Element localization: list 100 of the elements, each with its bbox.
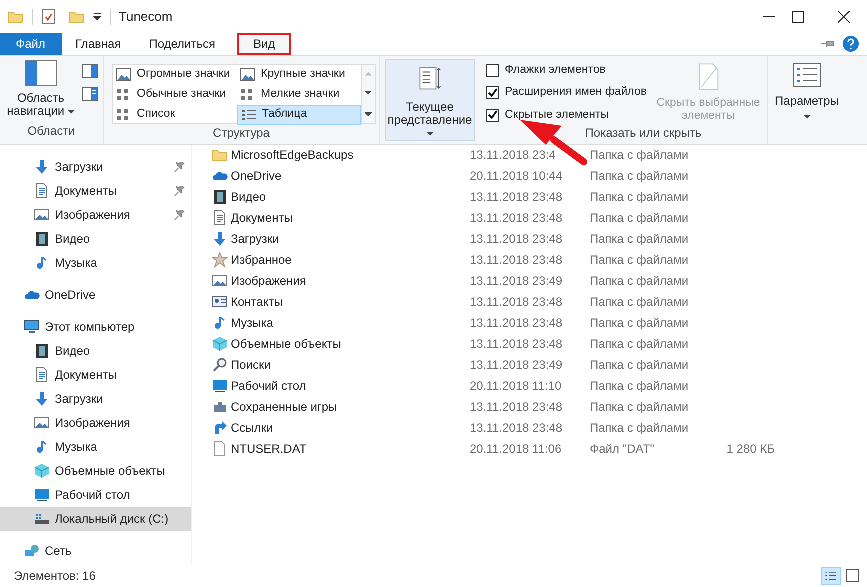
sidebar-item[interactable]: Загрузки <box>0 155 191 179</box>
monitor-icon <box>212 378 228 394</box>
document-icon <box>34 367 50 383</box>
layout-option[interactable]: Обычные значки <box>113 85 237 105</box>
size-cell-text: 1 280 КБ <box>726 440 775 458</box>
music-note-icon <box>212 314 228 330</box>
options-button[interactable]: Параметры <box>775 63 839 144</box>
picture-icon <box>34 415 50 431</box>
sidebar-item[interactable]: Видео <box>0 227 191 251</box>
file-name[interactable]: Сохраненные игры <box>231 398 338 416</box>
type-cell-text: Папка с файлами <box>590 356 690 374</box>
checkbox[interactable]: Скрытые элементы <box>486 106 650 124</box>
type-cell-text: Папка с файлами <box>590 252 690 268</box>
checkbox-square[interactable] <box>486 86 499 100</box>
link-arrow-icon <box>212 420 228 436</box>
sidebar-item[interactable]: Документы <box>0 179 191 203</box>
file-name[interactable]: Рабочий стол <box>231 376 306 394</box>
pin-icon[interactable] <box>174 210 185 220</box>
current-view-button[interactable]: Текущее представление <box>385 59 475 141</box>
caret-icon <box>68 110 75 114</box>
details-pane-icon[interactable] <box>82 87 98 101</box>
navigation-pane-button[interactable]: Область навигации <box>4 60 78 118</box>
file-name[interactable]: OneDrive <box>231 166 282 184</box>
file-tab[interactable]: Файл <box>0 33 62 55</box>
ribbon-tab[interactable]: Вид <box>237 33 292 55</box>
properties-icon[interactable] <box>41 8 57 24</box>
file-name[interactable]: Поиски <box>231 356 271 374</box>
sidebar-item[interactable]: Локальный диск (C:) <box>0 507 191 531</box>
file-name[interactable]: MicrosoftEdgeBackups <box>231 146 354 164</box>
page-icon <box>698 62 720 92</box>
picture-icon <box>212 272 228 288</box>
maximize-icon[interactable] <box>792 10 804 22</box>
layout-option[interactable]: Таблица <box>237 105 361 125</box>
preview-pane-icon[interactable] <box>82 64 98 78</box>
pin-icon[interactable] <box>821 39 835 49</box>
checkmark-icon <box>488 88 498 98</box>
scroll-down-icon[interactable] <box>365 90 372 95</box>
document-icon <box>34 183 50 199</box>
help-icon[interactable] <box>843 36 859 52</box>
picture-icon <box>240 68 256 82</box>
file-name[interactable]: Загрузки <box>231 230 280 248</box>
layout-option[interactable]: Мелкие значки <box>237 85 361 105</box>
film-icon <box>212 188 228 204</box>
sidebar-item[interactable]: Музыка <box>0 251 191 275</box>
expand-icon[interactable] <box>365 110 372 116</box>
sidebar-item[interactable]: Этот компьютер <box>0 315 191 339</box>
file-name[interactable]: Объемные объекты <box>231 334 342 352</box>
details-view-icon[interactable] <box>821 567 841 585</box>
sidebar-item[interactable]: Изображения <box>0 411 191 435</box>
sidebar-item[interactable]: Объемные объекты <box>0 459 191 483</box>
ribbon-tab[interactable]: Главная <box>62 33 136 55</box>
layout-option[interactable]: Огромные значки <box>113 65 237 85</box>
pin-icon[interactable] <box>174 186 185 196</box>
file-name[interactable]: Изображения <box>231 272 306 290</box>
file-name[interactable]: Ссылки <box>231 418 274 436</box>
ribbon-tab[interactable]: Поделиться <box>135 33 230 55</box>
document-icon <box>212 210 228 226</box>
file-name[interactable]: Избранное <box>231 250 292 268</box>
type-cell-text: Папка с файлами <box>590 188 690 206</box>
date-cell-text: 13.11.2018 23:48 <box>470 210 564 226</box>
checkbox-square[interactable] <box>486 64 499 78</box>
sidebar-item[interactable]: Видео <box>0 339 191 363</box>
picture-icon <box>34 207 50 223</box>
music-note-icon <box>34 255 50 271</box>
layout-option[interactable]: Крупные значки <box>237 65 361 85</box>
file-name[interactable]: Видео <box>231 188 266 206</box>
drive-icon <box>34 511 50 527</box>
file-name[interactable]: Музыка <box>231 314 274 332</box>
date-cell-text: 13.11.2018 23:48 <box>470 294 564 310</box>
date-cell-text: 20.11.2018 10:44 <box>470 168 564 184</box>
date-cell-text: 13.11.2018 23:49 <box>470 356 564 374</box>
sidebar-item[interactable]: Музыка <box>0 435 191 459</box>
search-icon <box>212 356 228 372</box>
sidebar-item[interactable]: Рабочий стол <box>0 483 191 507</box>
file-name[interactable]: Контакты <box>231 292 283 310</box>
checkbox[interactable]: Расширения имен файлов <box>486 84 650 102</box>
sidebar-item[interactable]: Загрузки <box>0 387 191 411</box>
sidebar-item[interactable]: Сеть <box>0 539 191 563</box>
file-name[interactable]: Документы <box>231 208 293 226</box>
close-icon[interactable] <box>838 10 850 22</box>
date-cell-text: 13.11.2018 23:48 <box>470 314 564 332</box>
sidebar-item[interactable]: Документы <box>0 363 191 387</box>
type-cell-text: Папка с файлами <box>590 168 690 184</box>
file-name[interactable]: NTUSER.DAT <box>231 440 307 458</box>
cube-icon <box>34 463 50 479</box>
type-cell-text: Папка с файлами <box>590 378 690 394</box>
date-cell-text: 13.11.2018 23:48 <box>470 336 564 352</box>
layout-option[interactable]: Список <box>113 105 237 125</box>
caret-icon <box>804 115 810 119</box>
sidebar-item[interactable]: OneDrive <box>0 283 191 307</box>
down-arrow-icon <box>212 230 228 246</box>
pin-icon[interactable] <box>174 162 185 172</box>
checkbox[interactable]: Флажки элементов <box>486 62 650 80</box>
item-count: Элементов: 16 <box>14 568 96 585</box>
date-cell-text: 20.11.2018 11:06 <box>470 440 563 458</box>
dropdown-icon[interactable] <box>93 12 102 21</box>
date-cell-text: 13.11.2018 23:48 <box>470 420 564 436</box>
caret-icon <box>426 132 434 136</box>
checkbox-square[interactable] <box>486 108 499 122</box>
sidebar-item[interactable]: Изображения <box>0 203 191 227</box>
